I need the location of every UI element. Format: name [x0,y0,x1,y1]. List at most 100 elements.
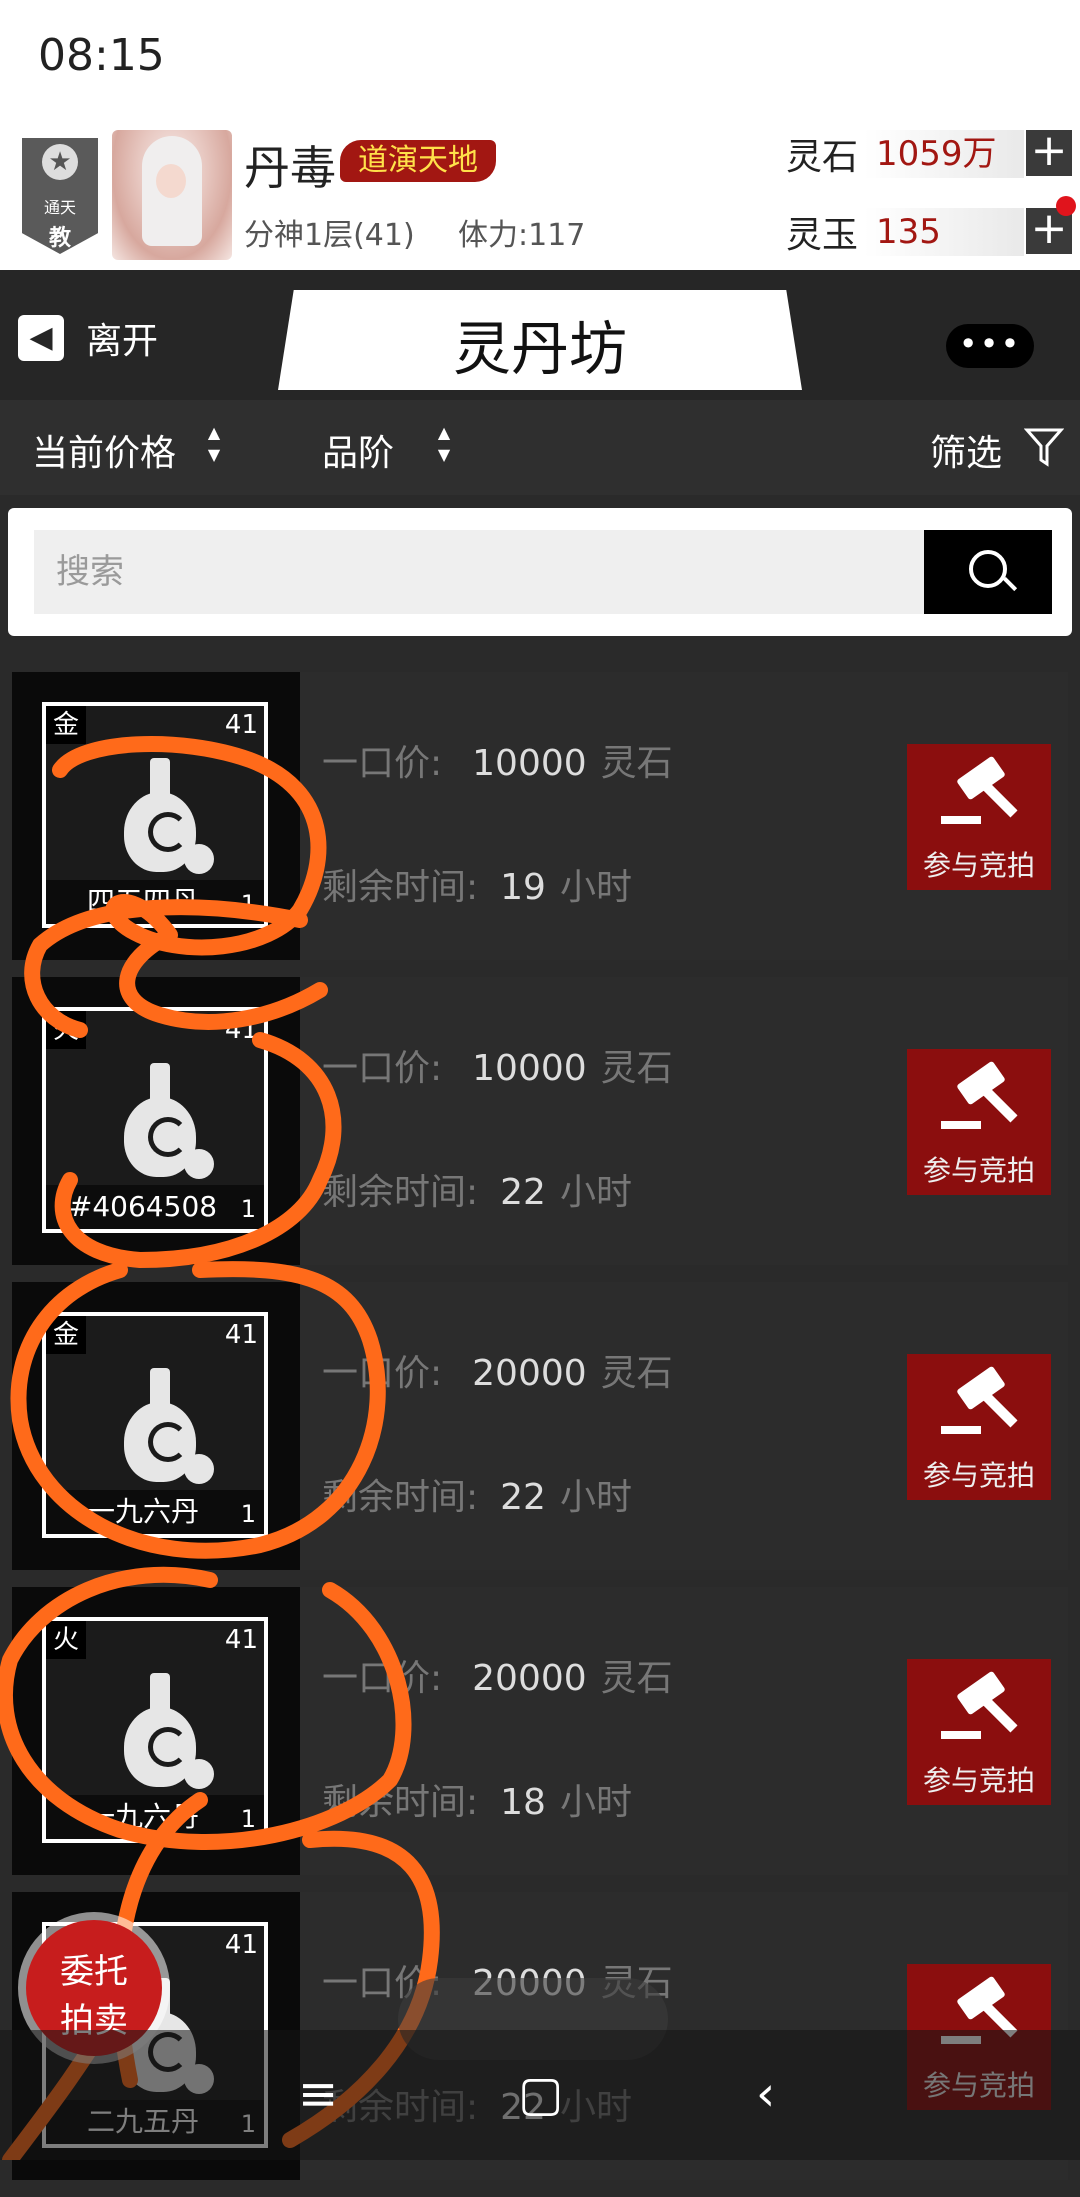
item-level: 41 [224,1930,258,1960]
back-arrow-icon: ◀ [18,315,64,361]
item-name: 一九六丹 [46,1490,264,1534]
price-currency: 灵石 [600,743,673,784]
buyout-price-row: 一口价: 10000 灵石 [322,1039,673,1091]
item-frame: 火 41 一九六丹 1 [42,1617,268,1843]
bid-button[interactable]: 参与竞拍 [907,1049,1051,1195]
auction-item-card[interactable]: 火 41 #4064508 1 一口价: 10000 灵石 剩余时间: 22 小时 参与… [12,977,1068,1265]
item-level: 41 [224,1320,258,1350]
element-tag: 金 [46,1316,86,1354]
price-currency: 灵石 [600,1048,673,1089]
sort-by-grade[interactable]: 品阶 [322,424,394,476]
filter-icon[interactable] [1024,426,1064,468]
bid-label: 参与竞拍 [922,1459,1035,1492]
item-quantity: 1 [240,1805,256,1833]
filter-button[interactable]: 筛选 [930,424,1002,476]
avatar[interactable] [112,130,232,260]
buyout-price: 20000 [472,1353,587,1394]
sort-arrows-icon[interactable]: ▲ ▼ [204,422,224,466]
stamina: 体力:117 [458,218,586,253]
status-bar: 08:15 [0,0,1080,120]
player-name: 丹毒 [244,141,336,195]
system-nav-bar: ≡ ▢ ‹ [0,2030,1080,2160]
search-button[interactable] [924,530,1052,614]
pill-vase-icon [110,1368,214,1488]
remaining-time-row: 剩余时间: 18 小时 [322,1773,632,1825]
search-input[interactable] [34,530,924,614]
auction-item-card[interactable]: 金 41 一九六丹 1 一口价: 20000 灵石 剩余时间: 22 小时 参与竞拍 [12,1282,1068,1570]
status-time: 08:15 [38,30,165,81]
gavel-icon [941,1670,1021,1745]
auction-list: 金 41 四五四丹 1 一口价: 10000 灵石 剩余时间: 19 小时 参与竞拍 火… [12,672,1068,2197]
item-frame: 火 41 #4064508 1 [42,1007,268,1233]
profile-header: ★ 通天 教 丹毒 道演天地 分神1层(41) 体力:117 灵石 1059万 … [0,120,1080,270]
element-tag: 火 [46,1011,86,1049]
more-menu-button[interactable]: ••• [946,324,1034,368]
bid-button[interactable]: 参与竞拍 [907,1354,1051,1500]
gavel-icon [941,1060,1021,1135]
price-currency: 灵石 [600,1353,673,1394]
item-level: 41 [224,1625,258,1655]
buyout-label: 一口价: [322,1658,443,1699]
currency-value-lingshi: 1059万 [864,130,1024,178]
item-frame: 金 41 四五四丹 1 [42,702,268,928]
auction-item-card[interactable]: 火 41 一九六丹 1 一口价: 20000 灵石 剩余时间: 18 小时 参与竞拍 [12,1587,1068,1875]
search-bar [8,508,1072,636]
item-thumbnail[interactable]: 金 41 一九六丹 1 [12,1282,300,1570]
star-icon: ★ [42,144,78,180]
item-name: 一九六丹 [46,1795,264,1839]
item-thumbnail[interactable]: 金 41 四五四丹 1 [12,672,300,960]
item-thumbnail[interactable]: 火 41 #4064508 1 [12,977,300,1265]
gavel-icon [941,755,1021,830]
back-icon[interactable]: ‹ [756,2066,775,2122]
auction-item-card[interactable]: 金 41 四五四丹 1 一口价: 10000 灵石 剩余时间: 19 小时 参与竞拍 [12,672,1068,960]
sort-bar: 当前价格 ▲ ▼ 品阶 ▲ ▼ 筛选 [0,400,1080,495]
pill-vase-icon [110,758,214,878]
realm-tag: 道演天地 [340,140,496,182]
pill-vase-icon [110,1673,214,1793]
buyout-label: 一口价: [322,1048,443,1089]
gavel-icon [941,1365,1021,1440]
remaining-hours: 19 [500,867,546,908]
pill-vase-icon [110,1063,214,1183]
page-title: 灵丹坊 [452,315,627,383]
buyout-price: 20000 [472,1658,587,1699]
nav-bar: ◀ 离开 灵丹坊 ••• [0,270,1080,400]
cultivation-level: 分神1层(41) [244,218,415,253]
leave-button[interactable]: ◀ 离开 [18,310,158,366]
currency-value-lingyu: 135 [864,208,1024,256]
search-icon [969,550,1007,588]
sort-by-price[interactable]: 当前价格 [32,424,176,476]
currency-label-lingyu: 灵玉 [786,215,859,256]
remaining-hours: 18 [500,1782,546,1823]
sort-arrows-icon[interactable]: ▲ ▼ [434,422,454,466]
hours-unit: 小时 [559,1172,632,1213]
bid-button[interactable]: 参与竞拍 [907,744,1051,890]
buyout-price: 10000 [472,1048,587,1089]
item-name: 四五四丹 [46,880,264,924]
remaining-label: 剩余时间: [322,1477,479,1518]
sect-badge-line2: 教 [48,226,71,251]
buyout-price-row: 一口价: 20000 灵石 [322,1344,673,1396]
bid-button[interactable]: 参与竞拍 [907,1659,1051,1805]
hours-unit: 小时 [559,1477,632,1518]
leave-label: 离开 [86,321,159,362]
item-level: 41 [224,710,258,740]
element-tag: 火 [46,1621,86,1659]
item-level: 41 [224,1015,258,1045]
bid-label: 参与竞拍 [922,1764,1035,1797]
menu-icon[interactable]: ≡ [298,2066,338,2122]
add-lingshi-button[interactable]: + [1026,129,1072,176]
remaining-hours: 22 [500,1477,546,1518]
remaining-label: 剩余时间: [322,867,479,908]
buyout-price-row: 一口价: 10000 灵石 [322,734,673,786]
hours-unit: 小时 [559,1782,632,1823]
buyout-label: 一口价: [322,743,443,784]
price-currency: 灵石 [600,1658,673,1699]
remaining-time-row: 剩余时间: 22 小时 [322,1163,632,1215]
sect-badge[interactable]: ★ 通天 教 [22,138,98,254]
home-icon[interactable]: ▢ [518,2066,563,2122]
buyout-price: 10000 [472,743,587,784]
element-tag: 金 [46,706,86,744]
sect-badge-line1: 通天 [43,198,76,217]
item-thumbnail[interactable]: 火 41 一九六丹 1 [12,1587,300,1875]
